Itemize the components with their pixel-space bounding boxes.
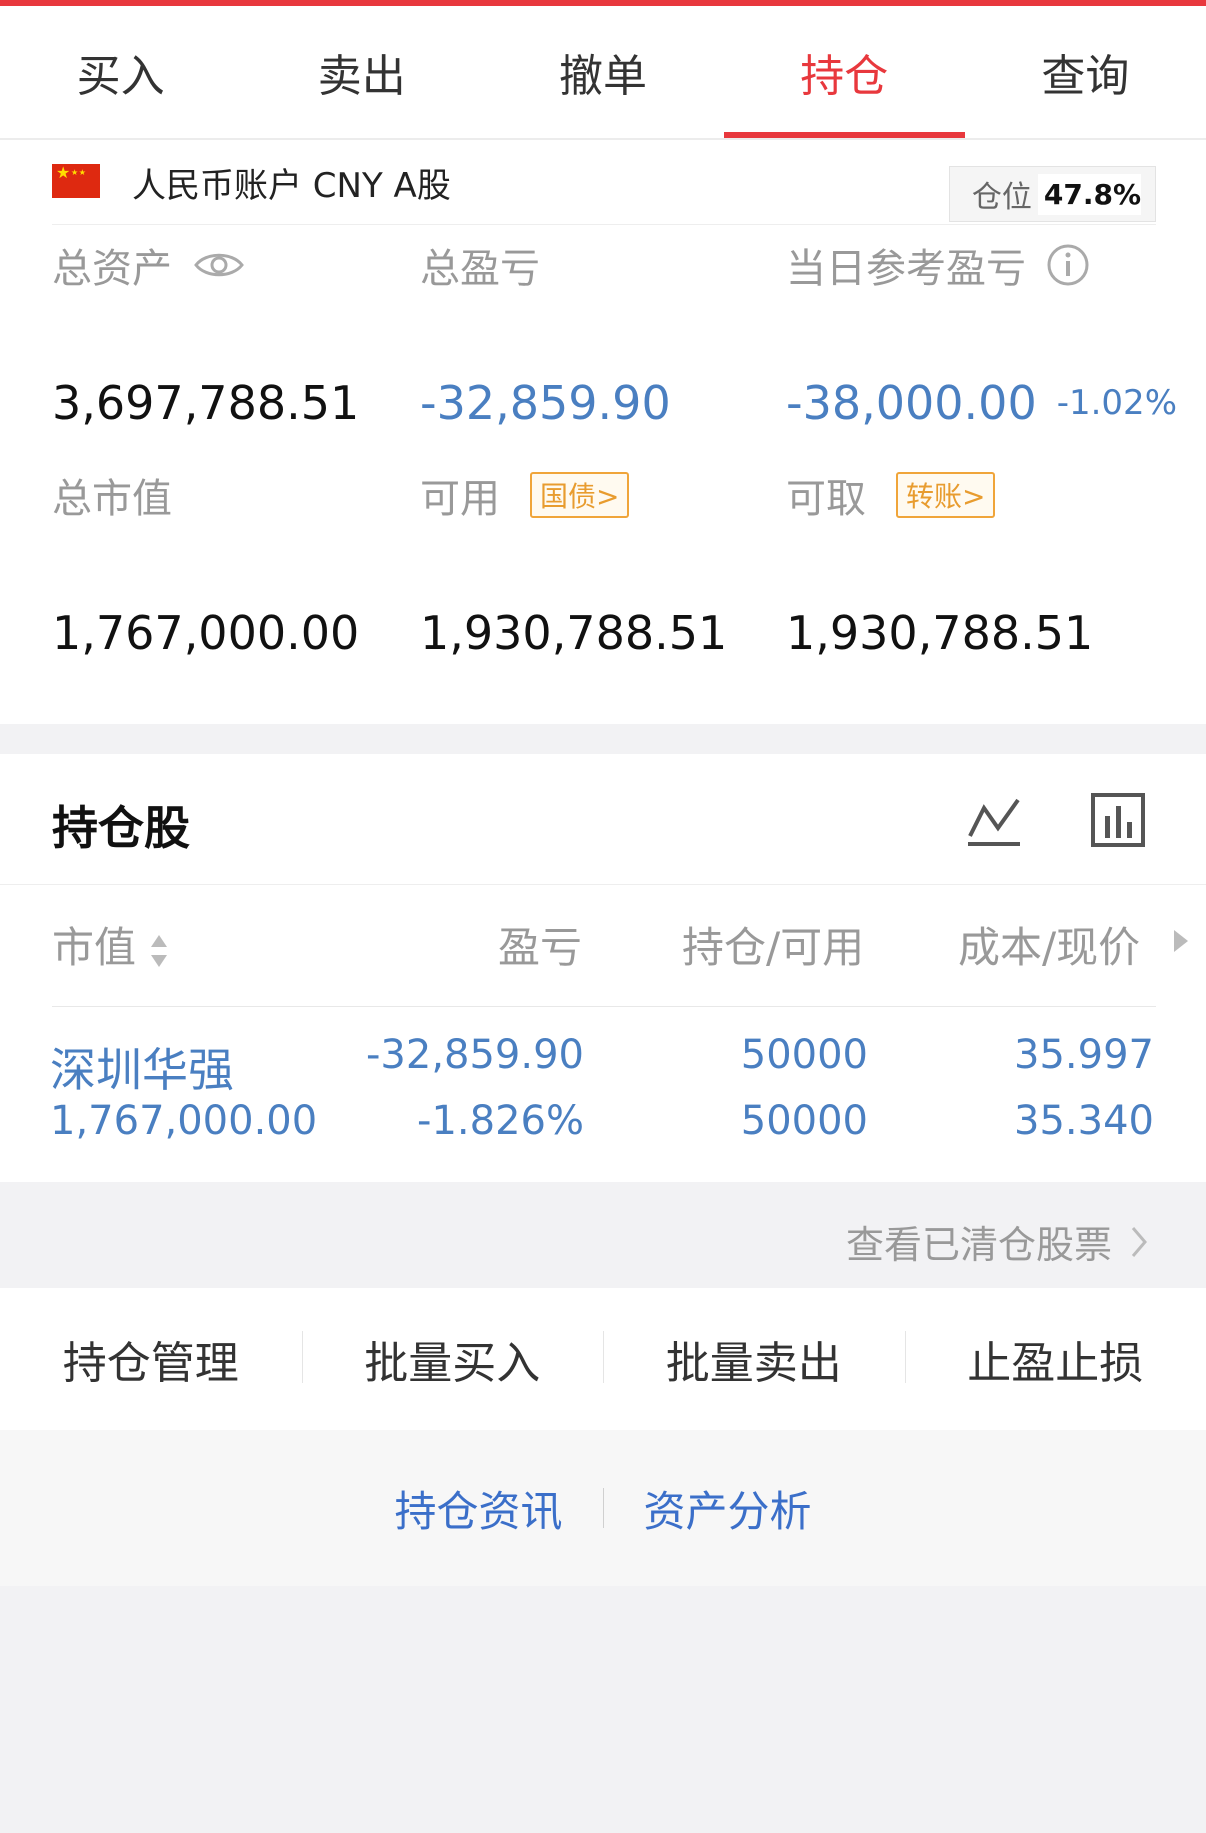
info-icon[interactable] <box>1046 243 1090 287</box>
bottom-links: 持仓资讯 资产分析 <box>0 1430 1206 1586</box>
bar-chart-icon[interactable] <box>1090 792 1146 848</box>
scroll-right-icon[interactable] <box>1172 926 1190 956</box>
account-summary: 人民币账户 CNY A股 仓位 47.8% 总资产 总盈亏 当日参考盈亏 3,6… <box>0 140 1206 724</box>
holdings-section: 持仓股 市值 盈亏 持仓/可用 成本/现价 深圳华强 1,767,000.00 … <box>0 754 1206 1182</box>
chevron-right-icon <box>1131 1226 1147 1257</box>
position-label: 仓位 <box>971 180 1032 215</box>
total-assets-label: 总资产 <box>52 236 244 294</box>
action-bar: 持仓管理 批量买入 批量卖出 止盈止损 <box>0 1288 1206 1430</box>
available-label-text: 可用 <box>420 476 500 522</box>
stock-pl: -32,859.90 <box>365 1032 584 1078</box>
col-header-market-value[interactable]: 市值 <box>52 914 169 975</box>
view-cleared-stocks-link[interactable]: 查看已清仓股票 <box>846 1214 1148 1269</box>
position-pct: 47.8% <box>1037 173 1141 215</box>
take-profit-stop-loss-button[interactable]: 止盈止损 <box>904 1327 1206 1391</box>
daily-pl-label-text: 当日参考盈亏 <box>786 246 1026 292</box>
tab-positions[interactable]: 持仓 <box>723 6 966 138</box>
withdrawable-value: 1,930,788.51 <box>786 606 1094 660</box>
batch-buy-button[interactable]: 批量买入 <box>301 1327 604 1391</box>
daily-pl-label: 当日参考盈亏 <box>786 236 1090 294</box>
available-label: 可用 国债> <box>420 466 630 524</box>
position-management-button[interactable]: 持仓管理 <box>0 1327 302 1391</box>
stock-market-value: 1,767,000.00 <box>50 1098 318 1144</box>
account-name: 人民币账户 CNY A股 <box>132 166 451 206</box>
col-header-qty: 持仓/可用 <box>682 923 865 972</box>
view-cleared-stocks-text: 查看已清仓股票 <box>845 1223 1112 1267</box>
header-divider <box>52 1006 1156 1007</box>
stock-qty-hold: 50000 <box>740 1032 868 1078</box>
tab-query[interactable]: 查询 <box>965 6 1206 138</box>
col-header-market-value-text: 市值 <box>52 923 137 972</box>
total-pl-value: -32,859.90 <box>420 376 671 430</box>
trend-chart-icon[interactable] <box>966 792 1022 848</box>
batch-sell-button[interactable]: 批量卖出 <box>603 1327 905 1391</box>
stock-price: 35.340 <box>1014 1098 1154 1144</box>
tab-cancel[interactable]: 撤单 <box>482 6 723 138</box>
stock-name: 深圳华强 <box>50 1043 234 1097</box>
daily-pl-pct: -1.02% <box>1056 383 1177 423</box>
holdings-title: 持仓股 <box>52 801 190 855</box>
stock-qty-avail: 50000 <box>740 1098 868 1144</box>
total-assets-value: 3,697,788.51 <box>52 376 360 430</box>
eye-icon[interactable] <box>194 250 244 280</box>
transfer-button[interactable]: 转账> <box>896 472 996 518</box>
cn-flag-icon <box>52 164 100 198</box>
available-value: 1,930,788.51 <box>420 606 728 660</box>
sort-icon <box>151 934 168 967</box>
total-assets-label-text: 总资产 <box>52 246 172 292</box>
stock-cost: 35.997 <box>1014 1032 1154 1078</box>
withdrawable-label: 可取 转账> <box>786 466 996 524</box>
position-news-link[interactable]: 持仓资讯 <box>354 1478 602 1539</box>
trade-tabs: 买入 卖出 撤单 持仓 查询 <box>0 6 1206 140</box>
position-ratio-badge: 仓位 47.8% <box>948 166 1156 222</box>
daily-pl-group: -38,000.00 -1.02% <box>786 376 1177 430</box>
holdings-divider <box>0 884 1206 885</box>
market-value-value: 1,767,000.00 <box>52 606 360 660</box>
col-header-price: 成本/现价 <box>958 923 1141 972</box>
account-row[interactable]: 人民币账户 CNY A股 仓位 47.8% <box>52 140 1156 225</box>
tab-buy[interactable]: 买入 <box>0 6 241 138</box>
total-pl-label: 总盈亏 <box>420 246 540 292</box>
tab-sell[interactable]: 卖出 <box>241 6 482 138</box>
market-value-label: 总市值 <box>52 476 172 522</box>
stock-pl-pct: -1.826% <box>417 1098 584 1144</box>
withdrawable-label-text: 可取 <box>786 476 866 522</box>
daily-pl-value: -38,000.00 <box>786 376 1037 430</box>
col-header-pl: 盈亏 <box>498 923 583 972</box>
treasury-bond-button[interactable]: 国债> <box>530 472 630 518</box>
asset-analysis-link[interactable]: 资产分析 <box>604 1478 852 1539</box>
